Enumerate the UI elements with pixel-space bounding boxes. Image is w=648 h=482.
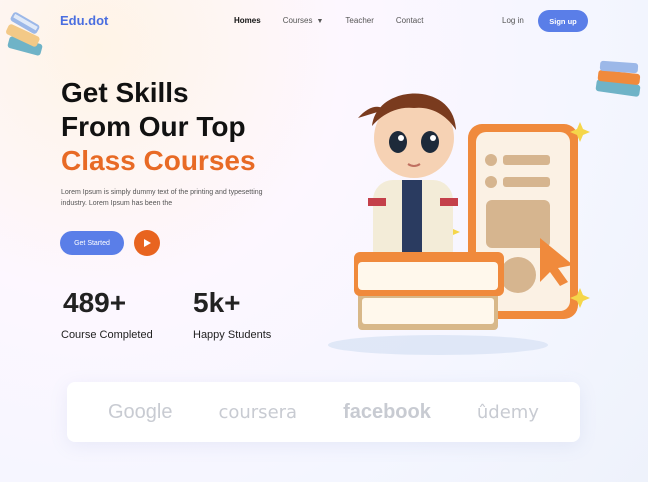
nav-item-homes[interactable]: Homes: [234, 16, 261, 25]
nav-item-courses[interactable]: Courses ▼: [283, 16, 324, 25]
hero-title-line1: Get Skills: [61, 77, 189, 108]
partner-logo-facebook: facebook: [343, 400, 431, 423]
nav-item-contact[interactable]: Contact: [396, 16, 424, 25]
books-logo-icon: [6, 12, 43, 56]
hero-title-line3: Class Courses: [61, 145, 256, 176]
play-video-button[interactable]: [134, 230, 160, 256]
decorative-books-icon: [595, 60, 641, 97]
stat-students-value: 5k+: [193, 287, 241, 318]
hero-title: Get Skills From Our Top Class Courses: [61, 76, 256, 178]
hero-description: Lorem Ipsum is simply dummy text of the …: [61, 189, 263, 207]
chevron-down-icon: ▼: [316, 18, 324, 25]
signup-button[interactable]: Sign up: [538, 10, 588, 32]
partner-logo-udemy: ûdemy: [476, 401, 539, 423]
main-nav: Homes Courses ▼ Teacher Contact: [234, 16, 423, 25]
partners-strip: Google coursera facebook ûdemy: [67, 382, 580, 442]
play-icon: [144, 239, 151, 247]
nav-item-teacher[interactable]: Teacher: [345, 16, 373, 25]
stat-students-label: Happy Students: [193, 329, 272, 341]
hero-title-line2: From Our Top: [61, 111, 246, 142]
nav-item-courses-label: Courses: [282, 16, 313, 25]
stat-courses-label: Course Completed: [61, 329, 153, 341]
stat-courses-value: 489+: [63, 287, 127, 318]
login-link[interactable]: Log in: [502, 16, 524, 25]
brand-name[interactable]: Edu.dot: [60, 13, 108, 28]
partner-logo-google: Google: [107, 400, 173, 423]
get-started-button[interactable]: Get Started: [60, 231, 124, 255]
student-with-books-illustration: [328, 93, 590, 355]
partner-logo-coursera: coursera: [218, 401, 298, 423]
